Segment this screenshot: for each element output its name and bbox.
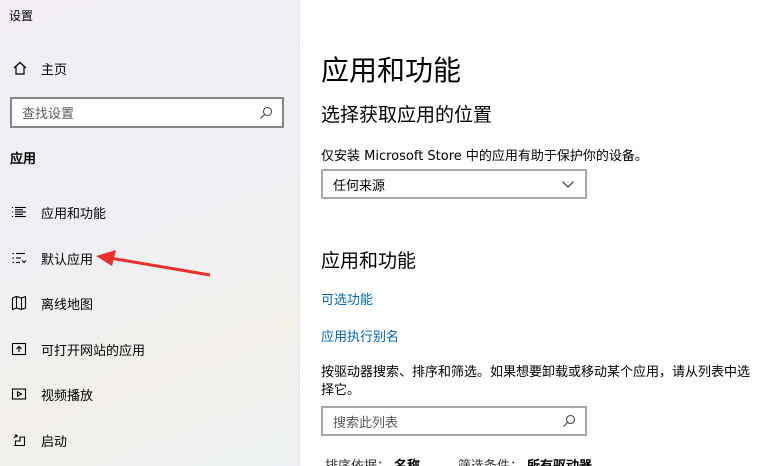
- sidebar-item-default-apps[interactable]: 默认应用: [10, 247, 93, 269]
- install-source-dropdown[interactable]: 任何来源: [321, 169, 587, 199]
- home-label: 主页: [41, 62, 68, 78]
- sidebar-item-apps-for-websites[interactable]: 可打开网站的应用: [10, 338, 145, 360]
- install-location-heading: 选择获取应用的位置: [321, 104, 493, 126]
- sidebar-item-video-playback[interactable]: 视频播放: [10, 383, 93, 405]
- search-icon[interactable]: [561, 413, 577, 429]
- sidebar: 设置 主页 查找设置 应用 应用和功能 默认应用 离线地图 可打开网站的应用 视…: [0, 0, 300, 466]
- home-icon: [10, 58, 30, 78]
- install-source-value: 任何来源: [333, 178, 386, 194]
- default-apps-icon: [10, 249, 28, 267]
- search-icon[interactable]: [258, 105, 274, 121]
- filter-by-label: 筛选条件：: [458, 455, 523, 466]
- sidebar-item-label: 离线地图: [41, 297, 94, 313]
- sort-filter-bar: 排序依据： 名称 筛选条件： 所有驱动器: [325, 455, 592, 466]
- apps-list-icon: [10, 203, 28, 221]
- apps-list-search-input[interactable]: 搜索此列表: [321, 406, 587, 436]
- filter-by-value: 所有驱动器: [527, 455, 592, 466]
- sort-by-control[interactable]: 排序依据： 名称: [325, 455, 420, 466]
- sort-by-value: 名称: [394, 455, 420, 466]
- offline-map-icon: [10, 294, 28, 312]
- sidebar-item-label: 视频播放: [41, 388, 94, 404]
- apps-features-heading: 应用和功能: [321, 250, 417, 272]
- sidebar-item-offline-maps[interactable]: 离线地图: [10, 292, 93, 314]
- optional-features-link[interactable]: 可选功能: [321, 289, 373, 308]
- sidebar-item-label: 可打开网站的应用: [41, 343, 146, 359]
- sidebar-item-apps-features[interactable]: 应用和功能: [10, 201, 106, 223]
- page-title: 应用和功能: [321, 54, 462, 87]
- window-title: 设置: [9, 9, 34, 23]
- sidebar-item-startup[interactable]: 启动: [10, 429, 67, 451]
- install-location-description: 仅安装 Microsoft Store 中的应用有助于保护你的设备。: [321, 149, 648, 164]
- video-playback-icon: [10, 385, 28, 403]
- settings-search-input[interactable]: 查找设置: [10, 97, 284, 128]
- chevron-down-icon: [561, 177, 575, 191]
- apps-list-description: 按驱动器搜索、排序和筛选。如果想要卸载或移动某个应用，请从列表中选择它。: [321, 365, 751, 398]
- main-content: 应用和功能 选择获取应用的位置 仅安装 Microsoft Store 中的应用…: [300, 0, 761, 466]
- settings-search-placeholder: 查找设置: [22, 107, 75, 122]
- app-execution-aliases-link[interactable]: 应用执行别名: [321, 326, 399, 345]
- open-website-icon: [10, 340, 28, 358]
- section-label: 应用: [10, 152, 37, 167]
- apps-list-search-placeholder: 搜索此列表: [333, 415, 399, 431]
- sidebar-item-label: 启动: [41, 434, 68, 450]
- filter-by-control[interactable]: 筛选条件： 所有驱动器: [458, 455, 592, 466]
- sidebar-item-label: 默认应用: [41, 252, 94, 268]
- sort-by-label: 排序依据：: [325, 455, 390, 466]
- sidebar-home[interactable]: 主页: [10, 58, 67, 78]
- sidebar-item-label: 应用和功能: [41, 206, 107, 222]
- startup-icon: [10, 431, 28, 449]
